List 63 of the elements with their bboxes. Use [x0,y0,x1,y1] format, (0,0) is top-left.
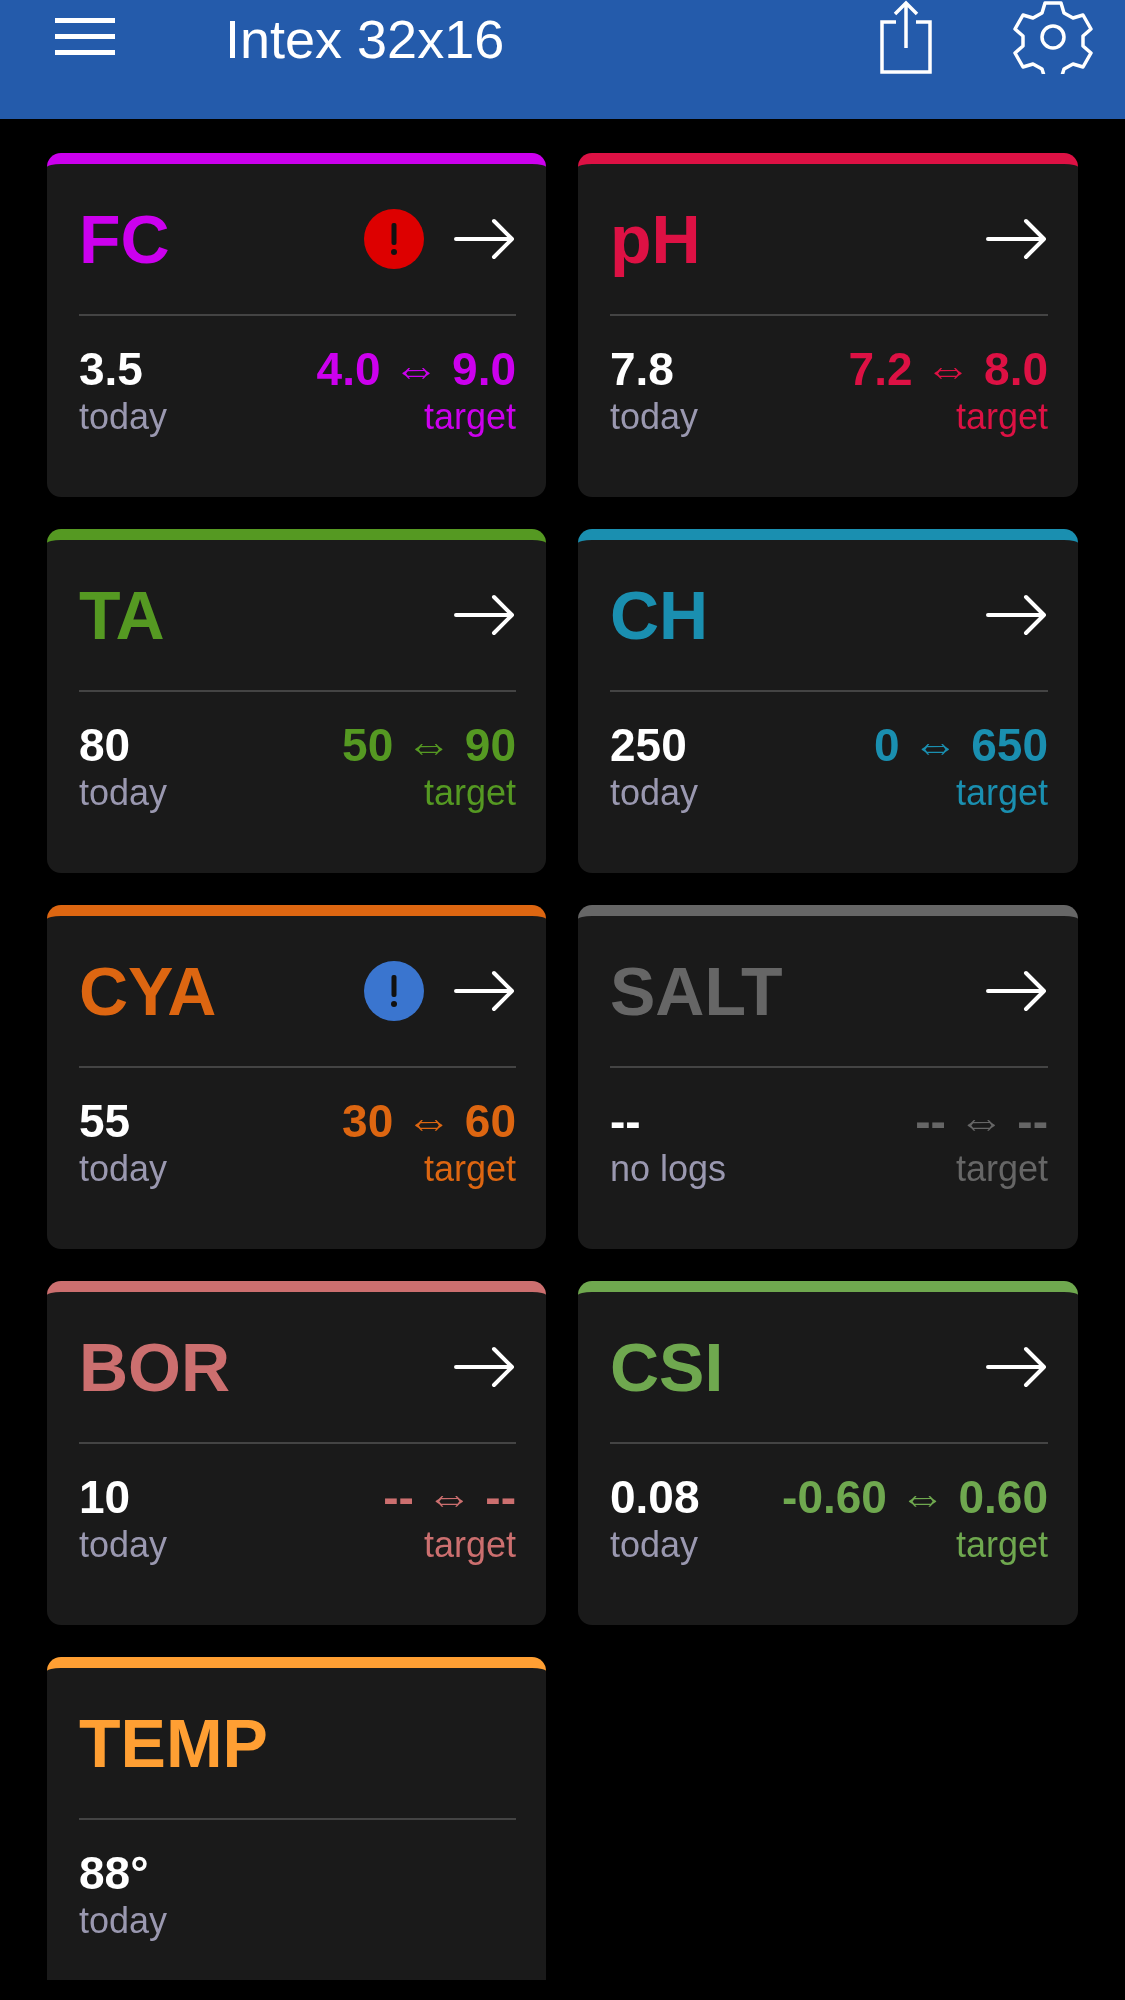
today-value: 7.8 [610,344,675,395]
parameter-card[interactable]: CH 250 today 0 ⇔ 650 target [578,529,1078,873]
target-range: 50 ⇔ 90 [342,720,516,771]
today-label: today [610,1522,700,1566]
arrow-right-icon[interactable] [454,218,516,260]
parameter-card[interactable]: BOR 10 today -- ⇔ -- target [47,1281,546,1625]
parameter-card[interactable]: pH 7.8 today 7.2 ⇔ 8.0 target [578,153,1078,497]
target-range: -- ⇔ -- [383,1472,516,1523]
parameter-title: TEMP [79,1709,268,1777]
today-label: today [79,770,168,814]
today-label: today [610,394,699,438]
target-label: target [954,394,1048,438]
target-label: target [954,1146,1048,1190]
today-label: today [79,1898,168,1942]
parameter-title: TA [79,581,165,649]
today-value: 0.08 [610,1472,700,1523]
target-range: 4.0 ⇔ 9.0 [316,344,516,395]
parameter-title: CYA [79,957,217,1025]
arrow-right-icon[interactable] [454,970,516,1012]
today-label: today [79,1522,168,1566]
today-label: no logs [610,1146,727,1190]
arrow-right-icon[interactable] [454,1346,516,1388]
menu-icon[interactable] [55,16,115,56]
today-value: 250 [610,720,688,771]
parameter-title: SALT [610,957,783,1025]
target-range: -- ⇔ -- [915,1096,1048,1147]
target-label: target [954,770,1048,814]
today-value: 88° [79,1848,150,1899]
today-label: today [610,770,699,814]
target-range: 0 ⇔ 650 [874,720,1048,771]
parameter-card[interactable]: TEMP 88° today [47,1657,546,1980]
parameter-title: FC [79,205,170,273]
target-label: target [954,1522,1048,1566]
today-value: 3.5 [79,344,144,395]
today-value: -- [610,1096,642,1147]
today-label: today [79,394,168,438]
target-range: -0.60 ⇔ 0.60 [782,1472,1048,1523]
parameter-card[interactable]: SALT -- no logs -- ⇔ -- target [578,905,1078,1249]
today-label: today [79,1146,168,1190]
arrow-right-icon[interactable] [986,1346,1048,1388]
arrow-right-icon[interactable] [986,970,1048,1012]
app-title: Intex 32x16 [225,12,505,66]
parameter-card[interactable]: FC 3.5 today 4.0 ⇔ 9.0 target [47,153,546,497]
arrow-right-icon[interactable] [986,218,1048,260]
target-range: 30 ⇔ 60 [342,1096,516,1147]
today-value: 55 [79,1096,132,1147]
arrow-right-icon[interactable] [454,594,516,636]
target-range: 7.2 ⇔ 8.0 [848,344,1048,395]
target-label: target [422,1146,516,1190]
parameter-card[interactable]: CSI 0.08 today -0.60 ⇔ 0.60 target [578,1281,1078,1625]
parameter-title: CSI [610,1333,724,1401]
target-label: target [422,1522,516,1566]
target-label: target [422,770,516,814]
settings-icon[interactable] [1011,0,1095,74]
arrow-right-icon[interactable] [986,594,1048,636]
parameter-card[interactable]: TA 80 today 50 ⇔ 90 target [47,529,546,873]
target-label: target [422,394,516,438]
share-icon[interactable] [879,0,933,74]
parameter-title: CH [610,581,709,649]
today-value: 10 [79,1472,132,1523]
today-value: 80 [79,720,132,771]
parameter-card[interactable]: CYA 55 today 30 ⇔ 60 target [47,905,546,1249]
parameter-title: BOR [79,1333,231,1401]
